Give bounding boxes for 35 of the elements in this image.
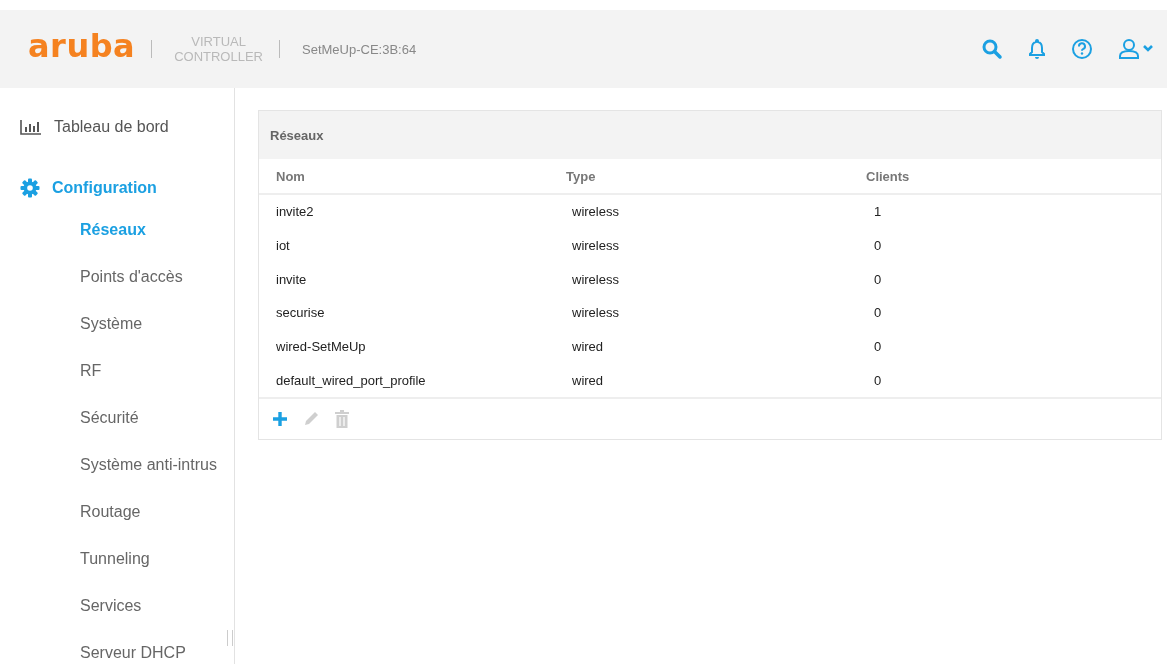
table-cell-text: 0 <box>873 237 883 256</box>
table-cell-text: 0 <box>873 304 883 323</box>
panel-title: Réseaux <box>270 127 324 143</box>
nav-item[interactable]: Tableau de bord <box>54 118 169 136</box>
table-cell-text: wired <box>571 371 605 390</box>
table-cell-text: wireless <box>571 270 620 289</box>
device-name: SetMeUp-CE:3B:64 <box>302 41 417 57</box>
nav-subitem[interactable]: Serveur DHCP <box>0 644 234 664</box>
table-cell: 1 <box>866 194 1161 229</box>
nav-subitem[interactable]: Tunneling <box>0 550 234 570</box>
nav-subitem[interactable]: Système anti-intrus <box>0 456 234 476</box>
table-cell-text: iot <box>275 237 291 256</box>
table-cell-text: 0 <box>873 270 883 289</box>
column-header: Nom <box>259 159 566 194</box>
column-header: Type <box>566 159 866 194</box>
table-cell-text: 0 <box>873 338 883 357</box>
table-cell: wireless <box>566 194 866 229</box>
table-cell-text: securise <box>275 304 326 323</box>
nav-subitem[interactable]: Système <box>0 315 234 335</box>
table-cell-text: invite <box>275 270 308 289</box>
column-header: Clients <box>866 159 1161 194</box>
table-cell-text: wireless <box>571 237 620 256</box>
nav-subitem[interactable]: Points d'accès <box>0 268 234 288</box>
table-cell-text: 0 <box>873 371 883 390</box>
table-cell-text: wired <box>571 338 605 357</box>
product-name: VIRTUAL <box>191 34 246 49</box>
product-name: CONTROLLER <box>174 49 263 64</box>
table-cell-text: default_wired_port_profile <box>275 371 427 390</box>
nav-subitem[interactable]: Routage <box>0 503 234 523</box>
table-cell: invite2 <box>259 194 566 229</box>
table-cell-text: wireless <box>571 304 620 323</box>
nav-subitem[interactable]: RF <box>0 362 234 382</box>
table-cell-text: wired-SetMeUp <box>275 338 367 357</box>
nav-subitem[interactable]: Sécurité <box>0 409 234 429</box>
nav-subitem[interactable]: Services <box>0 597 234 617</box>
